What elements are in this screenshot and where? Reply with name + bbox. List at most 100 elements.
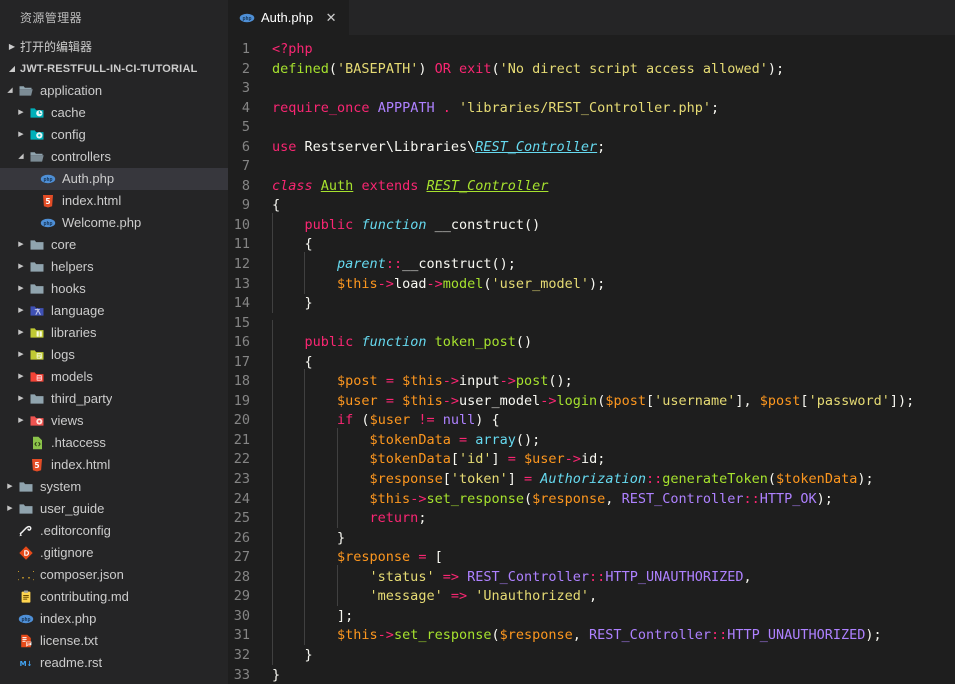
tree-item-auth-php[interactable]: php Auth.php: [0, 168, 228, 190]
code-editor[interactable]: 1 <?php 2 defined('BASEPATH') OR exit('No d…: [228, 35, 955, 684]
chevron-right-icon[interactable]: ▶: [15, 322, 27, 344]
code-line-text[interactable]: class Auth extends REST_Controller: [272, 177, 955, 197]
tree-item-logs[interactable]: ▶ logs: [0, 344, 228, 366]
tree-item-license-txt[interactable]: license.txt: [0, 630, 228, 652]
tree-item-index-html[interactable]: 5 index.html: [0, 190, 228, 212]
code-line-text[interactable]: public function __construct(): [272, 212, 955, 236]
code-line-text[interactable]: use Restserver\Libraries\REST_Controller…: [272, 138, 955, 158]
tree-item-libraries[interactable]: ▶ libraries: [0, 322, 228, 344]
code-token: ,: [743, 568, 752, 585]
tree-item-label: libraries: [51, 325, 97, 340]
tree-item-htaccess[interactable]: .htaccess: [0, 432, 228, 454]
code-line: 1 <?php: [228, 40, 955, 60]
tab-label: Auth.php: [261, 10, 314, 25]
code-line-text[interactable]: }: [272, 291, 955, 314]
chevron-right-icon[interactable]: ▶: [15, 300, 27, 322]
code-line-text[interactable]: 'status' => REST_Controller::HTTP_UNAUTH…: [272, 564, 955, 588]
tab-auth-php[interactable]: php Auth.php ✕: [228, 0, 350, 35]
tree-item-controllers[interactable]: ◢ controllers: [0, 146, 228, 168]
chevron-down-icon[interactable]: ◢: [15, 146, 27, 168]
code-line-text[interactable]: $this->set_response($response, REST_Cont…: [272, 486, 955, 510]
code-line-text[interactable]: $response['token'] = Authorization::gene…: [272, 467, 955, 490]
html-icon: 5: [29, 457, 45, 473]
tree-item-system[interactable]: ▶ system: [0, 476, 228, 498]
code-line-text[interactable]: {: [272, 196, 955, 216]
chevron-right-icon[interactable]: ▶: [15, 410, 27, 432]
code-token: ->: [540, 392, 557, 409]
tree-item-cache[interactable]: ▶ cache: [0, 102, 228, 124]
chevron-right-icon[interactable]: ▶: [15, 256, 27, 278]
chevron-right-icon[interactable]: ▶: [15, 366, 27, 388]
code-line-text[interactable]: {: [272, 232, 955, 255]
tree-item-core[interactable]: ▶ core: [0, 234, 228, 256]
code-line-text[interactable]: defined('BASEPATH') OR exit('No direct s…: [272, 60, 955, 80]
code-token: =: [524, 471, 533, 488]
tree-item-editorconfig[interactable]: .editorconfig: [0, 520, 228, 542]
php-icon: php: [40, 215, 56, 231]
code-line-text[interactable]: }: [272, 666, 955, 684]
tree-item-application[interactable]: ◢ application: [0, 80, 228, 102]
code-token: __construct: [402, 256, 492, 273]
code-line-text[interactable]: $response = [: [272, 545, 955, 568]
tree-item-hooks[interactable]: ▶ hooks: [0, 278, 228, 300]
code-line-text[interactable]: <?php: [272, 40, 955, 60]
chevron-down-icon[interactable]: ◢: [4, 80, 16, 102]
tree-item-user-guide[interactable]: ▶ user_guide: [0, 498, 228, 520]
chevron-right-icon[interactable]: ▶: [15, 388, 27, 410]
chevron-right-icon[interactable]: ▶: [4, 476, 16, 498]
code-line-text[interactable]: }: [272, 642, 955, 666]
code-line-text[interactable]: require_once APPPATH . 'libraries/REST_C…: [272, 99, 955, 119]
project-root-section[interactable]: ◢ JWT-RESTFULL-IN-CI-TUTORIAL: [0, 58, 228, 80]
tree-item-index-html[interactable]: 5 index.html: [0, 454, 228, 476]
code-token: [: [442, 471, 451, 488]
svg-text:php: php: [242, 16, 251, 22]
tree-item-helpers[interactable]: ▶ helpers: [0, 256, 228, 278]
tree-item-composer-json[interactable]: {..} composer.json: [0, 564, 228, 586]
tree-item-third-party[interactable]: ▶ third_party: [0, 388, 228, 410]
code-token: ]: [491, 451, 508, 468]
editor-area: php Auth.php ✕ 1 <?php 2 defined('BASEPATH'…: [228, 0, 955, 684]
code-line-text[interactable]: $post = $this->input->post();: [272, 369, 955, 392]
code-token: null: [442, 412, 476, 429]
code-token: );: [865, 627, 882, 644]
code-line-text[interactable]: ];: [272, 603, 955, 627]
php-icon: php: [40, 171, 56, 187]
code-line-text[interactable]: $this->set_response($response, REST_Cont…: [272, 623, 955, 646]
tree-item-readme-rst[interactable]: M↓ readme.rst: [0, 652, 228, 674]
chevron-right-icon[interactable]: ▶: [15, 124, 27, 146]
chevron-right-icon[interactable]: ▶: [15, 278, 27, 300]
tree-item-contributing-md[interactable]: contributing.md: [0, 586, 228, 608]
open-editors-section[interactable]: ▶ 打开的编辑器: [0, 36, 228, 58]
code-line: 15: [228, 314, 955, 343]
code-line-text[interactable]: $tokenData = array();: [272, 427, 955, 451]
chevron-right-icon[interactable]: ▶: [4, 498, 16, 520]
html-icon: 5: [40, 193, 56, 209]
code-line-text[interactable]: if ($user != null) {: [272, 408, 955, 431]
code-line-text[interactable]: parent::__construct();: [272, 252, 955, 275]
close-icon[interactable]: ✕: [323, 10, 339, 26]
chevron-right-icon[interactable]: ▶: [15, 102, 27, 124]
code-token: APPPATH: [377, 99, 435, 116]
code-line-text[interactable]: $tokenData['id'] = $user->id;: [272, 447, 955, 470]
tree-item-models[interactable]: ▶ models: [0, 366, 228, 388]
chevron-right-icon[interactable]: ▶: [15, 234, 27, 256]
code-line-text[interactable]: {: [272, 349, 955, 373]
tree-item-gitignore[interactable]: .gitignore: [0, 542, 228, 564]
code-token: input: [459, 373, 500, 390]
code-line-text[interactable]: public function token_post(): [272, 330, 955, 353]
code-line-text[interactable]: $user = $this->user_model->login($post['…: [272, 388, 955, 412]
code-line-text[interactable]: }: [272, 525, 955, 549]
chevron-right-icon[interactable]: ▶: [15, 344, 27, 366]
tree-item-welcome-php[interactable]: php Welcome.php: [0, 212, 228, 234]
markdown-icon: [18, 589, 34, 605]
tree-item-views[interactable]: ▶ views: [0, 410, 228, 432]
code-line-text[interactable]: return;: [272, 506, 955, 529]
code-line-text[interactable]: $this->load->model('user_model');: [272, 271, 955, 295]
tree-item-language[interactable]: ▶ language: [0, 300, 228, 322]
tree-item-config[interactable]: ▶ config: [0, 124, 228, 146]
code-line-text[interactable]: 'message' => 'Unauthorized',: [272, 584, 955, 607]
tree-item-index-php[interactable]: php index.php: [0, 608, 228, 630]
